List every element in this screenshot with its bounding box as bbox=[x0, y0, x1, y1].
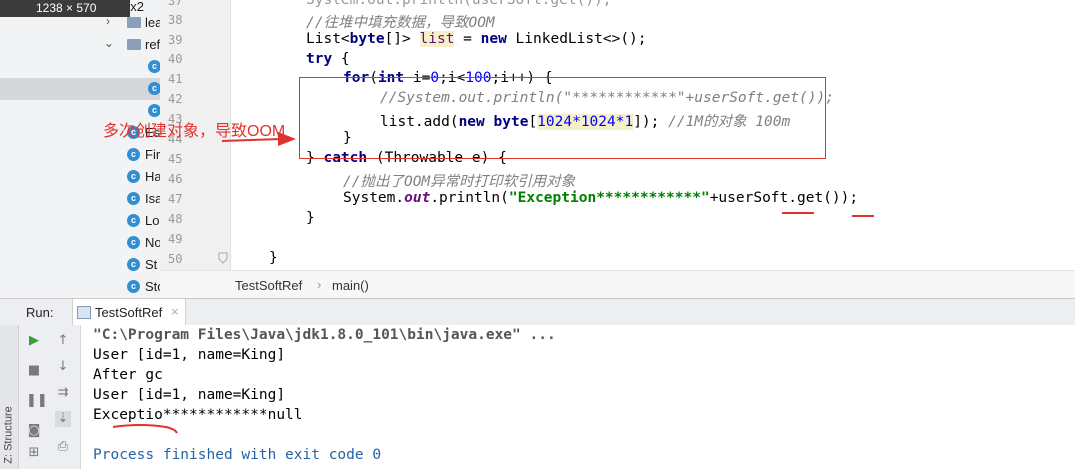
class-icon: c bbox=[127, 148, 140, 161]
console-line: "C:\Program Files\Java\jdk1.8.0_101\bin\… bbox=[93, 327, 556, 343]
line-number: 40 bbox=[168, 52, 183, 66]
breadcrumb-class[interactable]: TestSoftRef bbox=[235, 278, 302, 293]
structure-strip[interactable]: Z: Structure bbox=[0, 325, 19, 469]
tree-item-class[interactable]: c bbox=[0, 56, 160, 78]
run-config-icon bbox=[77, 306, 91, 319]
tree-item-label: Fir bbox=[145, 147, 160, 162]
line-number: 37 bbox=[168, 0, 183, 8]
tab-label: TestSoftRef bbox=[95, 305, 163, 320]
pause-icon[interactable]: ❚❚ bbox=[26, 393, 48, 409]
tree-item-sto[interactable]: c Sto bbox=[0, 276, 160, 298]
class-icon: c bbox=[127, 192, 140, 205]
code-line-46: //抛出了OOM异常时打印软引用对象 bbox=[343, 174, 576, 190]
tree-item-isa[interactable]: c Isa bbox=[0, 188, 160, 210]
tree-item-label: St bbox=[145, 257, 158, 272]
tree-item-label: No bbox=[145, 235, 160, 250]
restore-layout-icon[interactable]: ⊞ bbox=[26, 445, 42, 461]
tree-item-st[interactable]: c St bbox=[0, 254, 160, 276]
class-icon: c bbox=[127, 236, 140, 249]
scroll-up-icon[interactable]: ↑ bbox=[55, 333, 71, 349]
class-icon: c bbox=[148, 104, 160, 117]
tree-item-label: Sto bbox=[145, 279, 160, 294]
run-side-toolbar: Z: Structure ▶ ■ ❚❚ ◙ ⊞ ↑ ↓ ⇉ ⇣ ⎙ bbox=[0, 325, 81, 469]
tree-item-no[interactable]: c No bbox=[0, 232, 160, 254]
line-number: 42 bbox=[168, 92, 183, 106]
code-line-50: } bbox=[269, 250, 278, 266]
line-number: 39 bbox=[168, 33, 183, 47]
rerun-icon[interactable]: ▶ bbox=[26, 333, 42, 349]
line-number: 41 bbox=[168, 72, 183, 86]
structure-label[interactable]: Z: Structure bbox=[3, 406, 15, 463]
handwritten-underline bbox=[112, 424, 178, 434]
arrow-icon bbox=[221, 132, 296, 146]
underline-mark bbox=[782, 212, 814, 214]
console-output[interactable]: "C:\Program Files\Java\jdk1.8.0_101\bin\… bbox=[81, 325, 1075, 469]
tree-item-label: Ha bbox=[145, 169, 160, 184]
soft-wrap-icon[interactable]: ⇉ bbox=[55, 385, 71, 401]
line-number: 46 bbox=[168, 172, 183, 186]
class-icon: c bbox=[127, 280, 140, 293]
folder-icon bbox=[127, 39, 141, 50]
fold-icon[interactable] bbox=[218, 252, 228, 264]
project-tree: ex2 › lea ⌄ ref c c c c Es c Fir c Ha c … bbox=[0, 0, 160, 298]
folder-icon bbox=[127, 17, 141, 28]
code-line-39: List<byte[]> list = new LinkedList<>(); bbox=[306, 31, 647, 47]
tree-item-fir[interactable]: c Fir bbox=[0, 144, 160, 166]
class-icon: c bbox=[127, 170, 140, 183]
breadcrumb: TestSoftRef › main() bbox=[160, 270, 1075, 299]
tree-item-label: lea bbox=[145, 15, 160, 30]
tree-item-class-selected[interactable]: c bbox=[0, 78, 160, 100]
line-number: 38 bbox=[168, 13, 183, 27]
print-icon[interactable]: ⎙ bbox=[55, 439, 71, 455]
console-line: User [id=1, name=King] bbox=[93, 387, 286, 403]
class-icon: c bbox=[148, 60, 160, 73]
console-line: User [id=1, name=King] bbox=[93, 347, 286, 363]
console-line: After gc bbox=[93, 367, 163, 383]
tree-item-lo[interactable]: c Lo bbox=[0, 210, 160, 232]
dimension-text: 1238 × 570 bbox=[36, 1, 97, 15]
code-line-48: } bbox=[306, 210, 315, 226]
annotation-box bbox=[299, 77, 826, 159]
line-number: 45 bbox=[168, 152, 183, 166]
chevron-down-icon[interactable]: ⌄ bbox=[104, 36, 114, 50]
close-icon[interactable]: × bbox=[171, 304, 179, 319]
dimension-badge: 1238 × 570 bbox=[0, 0, 130, 17]
class-icon: c bbox=[127, 258, 140, 271]
line-number: 49 bbox=[168, 232, 183, 246]
tree-item-ha[interactable]: c Ha bbox=[0, 166, 160, 188]
console-line: Process finished with exit code 0 bbox=[93, 447, 382, 463]
code-line-37: System.out.println(userSoft.get()); bbox=[306, 0, 612, 8]
class-icon: c bbox=[127, 214, 140, 227]
breadcrumb-separator: › bbox=[317, 277, 322, 292]
tab-testsoftref[interactable]: TestSoftRef × bbox=[72, 299, 186, 325]
stop-icon[interactable]: ■ bbox=[26, 363, 42, 379]
underline-mark bbox=[852, 215, 874, 217]
tree-item-ref[interactable]: ⌄ ref bbox=[0, 34, 160, 56]
scroll-to-end-icon[interactable]: ⇣ bbox=[55, 411, 71, 427]
code-line-38: //往堆中填充数据，导致OOM bbox=[306, 15, 495, 31]
tree-item-label: Lo bbox=[145, 213, 160, 228]
class-icon: c bbox=[148, 82, 160, 95]
camera-icon[interactable]: ◙ bbox=[26, 423, 42, 439]
line-number: 48 bbox=[168, 212, 183, 226]
line-number: 50 bbox=[168, 252, 183, 266]
tree-item-label: ref bbox=[145, 37, 160, 52]
scroll-down-icon[interactable]: ↓ bbox=[55, 359, 71, 375]
run-toolbar: Run: TestSoftRef × bbox=[0, 298, 1075, 326]
code-line-40: try { bbox=[306, 51, 350, 67]
code-line-47: System.out.println("Exception***********… bbox=[343, 190, 859, 206]
breadcrumb-method[interactable]: main() bbox=[332, 278, 369, 293]
line-number: 47 bbox=[168, 192, 183, 206]
tree-item-label: Isa bbox=[145, 191, 160, 206]
run-label: Run: bbox=[26, 305, 54, 320]
